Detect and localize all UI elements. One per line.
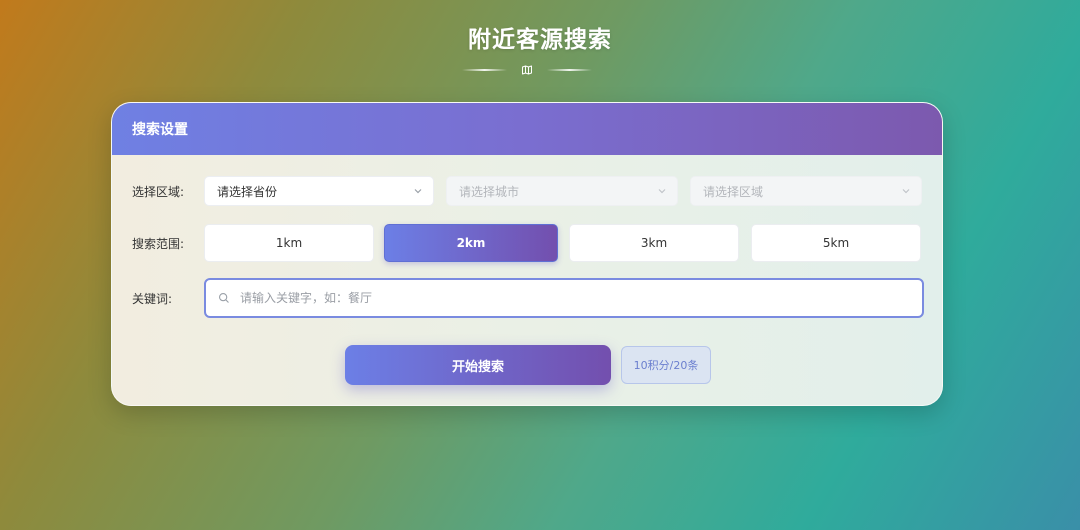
keyword-label: 关键词: <box>132 291 173 306</box>
range-option-5km[interactable]: 5km <box>751 224 921 262</box>
cost-badge: 10积分/20条 <box>621 346 711 384</box>
title-divider <box>462 62 592 78</box>
city-select-placeholder: 请选择城市 <box>459 184 520 199</box>
search-icon <box>218 291 232 305</box>
page-title: 附近客源搜索 <box>468 27 612 53</box>
region-row: 选择区域: 请选择省份 请选择城市 请选择区域 <box>132 176 922 206</box>
city-select[interactable]: 请选择城市 <box>446 176 678 206</box>
card-header-title: 搜索设置 <box>132 122 188 138</box>
range-option-label: 1km <box>275 236 303 250</box>
district-select[interactable]: 请选择区域 <box>690 176 922 206</box>
search-settings-card: 搜索设置 选择区域: 请选择省份 请选择城市 请选择区域 搜索范围: 1km 2… <box>111 102 943 406</box>
card-header: 搜索设置 <box>112 103 942 155</box>
chevron-down-icon <box>657 186 667 196</box>
range-label: 搜索范围: <box>132 236 185 251</box>
range-row: 搜索范围: 1km 2km 3km 5km <box>132 224 921 262</box>
keyword-field[interactable] <box>204 278 924 318</box>
cost-badge-label: 10积分/20条 <box>633 359 699 372</box>
divider-line-left <box>462 69 507 71</box>
chevron-down-icon <box>413 186 423 196</box>
keyword-input[interactable] <box>240 291 880 305</box>
range-option-3km[interactable]: 3km <box>569 224 739 262</box>
district-select-placeholder: 请选择区域 <box>703 184 764 199</box>
map-icon <box>520 63 534 77</box>
range-option-label: 3km <box>640 236 668 250</box>
range-option-label: 2km <box>456 236 486 250</box>
province-select[interactable]: 请选择省份 <box>204 176 434 206</box>
range-option-2km[interactable]: 2km <box>384 224 558 262</box>
divider-line-right <box>547 69 592 71</box>
province-select-value: 请选择省份 <box>217 184 278 199</box>
keyword-row: 关键词: <box>132 278 924 318</box>
range-option-label: 5km <box>822 236 850 250</box>
region-label: 选择区域: <box>132 184 185 199</box>
start-search-button[interactable]: 开始搜索 <box>345 345 611 385</box>
range-option-1km[interactable]: 1km <box>204 224 374 262</box>
chevron-down-icon <box>901 186 911 196</box>
